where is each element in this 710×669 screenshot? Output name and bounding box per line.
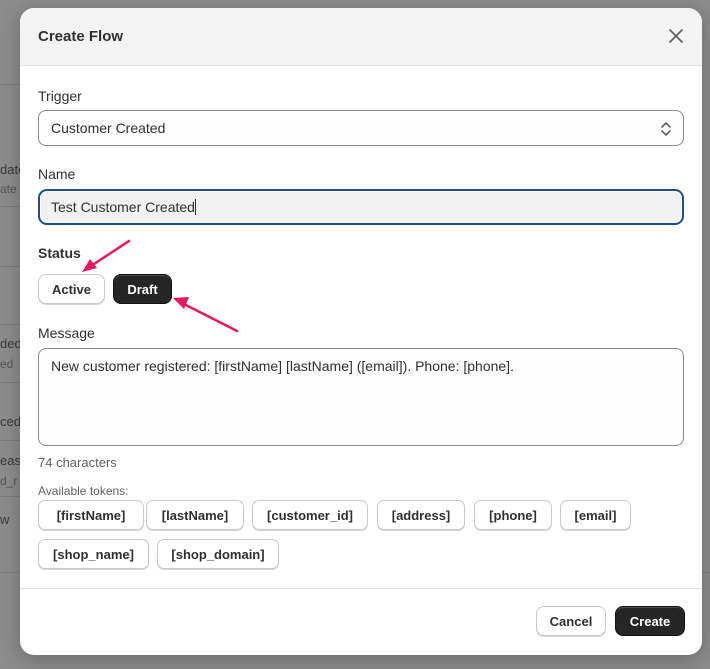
bg-divider (0, 84, 22, 85)
trigger-select-value: Customer Created (51, 120, 166, 136)
bg-divider (0, 324, 22, 325)
close-button[interactable] (664, 24, 688, 48)
trigger-label: Trigger (38, 88, 82, 104)
token-chip[interactable]: [customer_id] (252, 500, 368, 530)
text-cursor (194, 199, 196, 215)
create-flow-modal: Create Flow Trigger Customer Created Nam… (20, 8, 702, 655)
footer-divider (20, 588, 702, 589)
bg-text-fragment: ded (0, 336, 22, 351)
tokens-label: Available tokens: (38, 484, 129, 498)
bg-text-fragment: date (0, 162, 22, 177)
status-active-button[interactable]: Active (38, 274, 105, 304)
bg-divider (0, 266, 22, 267)
close-icon (669, 29, 683, 43)
modal-title: Create Flow (38, 28, 124, 45)
bg-text-fragment: d_r (0, 474, 18, 488)
status-label: Status (38, 245, 81, 261)
name-input-value: Test Customer Created (51, 199, 195, 215)
token-chip[interactable]: [firstName] (38, 500, 144, 530)
name-input[interactable]: Test Customer Created (38, 189, 684, 225)
bg-text-fragment: w (0, 512, 10, 527)
token-chip[interactable]: [address] (377, 500, 465, 530)
bg-text-fragment: ed (0, 357, 14, 371)
message-label: Message (38, 325, 95, 341)
token-chip[interactable]: [email] (560, 500, 631, 530)
token-chip[interactable]: [lastName] (146, 500, 244, 530)
name-label: Name (38, 166, 76, 182)
modal-header: Create Flow (20, 8, 702, 66)
token-chip[interactable]: [phone] (474, 500, 552, 530)
bg-divider (0, 206, 22, 207)
character-count: 74 characters (38, 455, 117, 470)
cancel-button[interactable]: Cancel (536, 606, 606, 636)
bg-text-fragment: ate (0, 182, 17, 196)
chevron-up-down-icon (661, 122, 671, 136)
trigger-select[interactable]: Customer Created (38, 110, 684, 146)
bg-text-fragment: ced (0, 414, 21, 429)
bg-text-fragment: eas (0, 453, 21, 468)
bg-divider (0, 496, 22, 497)
bg-divider (0, 382, 22, 383)
status-draft-button[interactable]: Draft (113, 274, 172, 304)
token-chip[interactable]: [shop_name] (38, 539, 149, 569)
bg-divider (0, 440, 22, 441)
message-textarea[interactable]: New customer registered: [firstName] [la… (38, 348, 684, 446)
token-chip[interactable]: [shop_domain] (157, 539, 279, 569)
create-button[interactable]: Create (615, 606, 685, 636)
